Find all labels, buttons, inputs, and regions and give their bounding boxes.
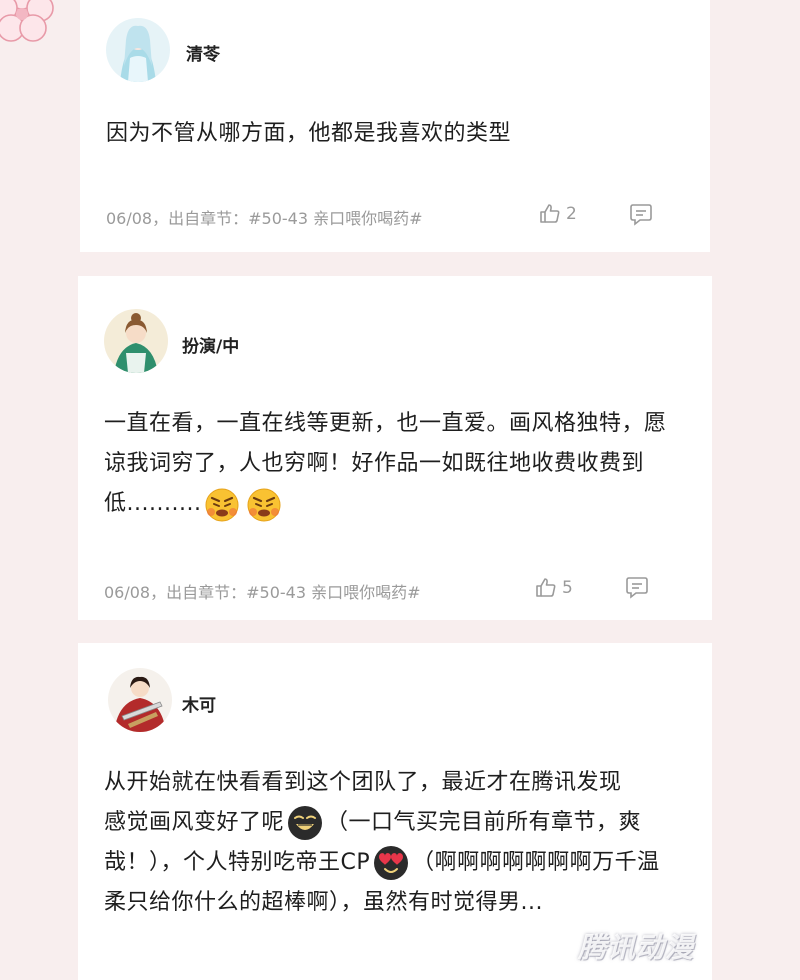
comment-text: 因为不管从哪方面，他都是我喜欢的类型 <box>106 121 512 146</box>
comment-text-line: 一直在看，一直在线等更新，也一直爱。画风格独特，愿 <box>104 411 667 436</box>
comment-text-line: 感觉画风变好了呢 （一口气买完目前所有章节，爽 <box>104 803 660 843</box>
username[interactable]: 清苓 <box>186 40 220 65</box>
like-count: 5 <box>562 578 573 598</box>
avatar[interactable] <box>106 18 170 82</box>
comment-text-fragment: （啊啊啊啊啊啊啊万千温 <box>412 850 660 875</box>
comment-card: 木可 从开始就在快看看到这个团队了，最近才在腾讯发现 感觉画风变好了呢 （一口气… <box>78 643 712 980</box>
comment-icon <box>624 574 650 600</box>
comment-meta: 06/08，出自章节：#50-43 亲口喂你喝药# <box>104 583 421 602</box>
heart-eyes-emoji-icon <box>372 844 410 882</box>
comment-text: 一直在看，一直在线等更新，也一直爱。画风格独特，愿 谅我词穷了，人也穷啊！好作品… <box>104 404 667 524</box>
comment-text-line: 从开始就在快看看到这个团队了，最近才在腾讯发现 <box>104 770 622 795</box>
comment-text-line: 低.......... <box>104 484 667 524</box>
avatar[interactable] <box>108 668 172 732</box>
avatar[interactable] <box>104 309 168 373</box>
comment-card: 扮演/中 一直在看，一直在线等更新，也一直爱。画风格独特，愿 谅我词穷了，人也穷… <box>78 276 712 620</box>
comment-text-line: 谅我词穷了，人也穷啊！好作品一如既往地收费收费到 <box>104 451 645 476</box>
username[interactable]: 木可 <box>182 691 216 716</box>
laughing-face-emoji-icon <box>286 804 324 842</box>
like-button[interactable]: 5 <box>534 576 573 600</box>
flower-decoration <box>0 0 62 44</box>
reply-button[interactable] <box>628 201 654 227</box>
thumbs-up-icon <box>538 202 562 226</box>
like-button[interactable]: 2 <box>538 202 577 226</box>
comment-text-fragment: 哉！），个人特别吃帝王CP <box>104 850 371 875</box>
angry-face-emoji-icon <box>203 485 241 523</box>
comment-text-fragment: 感觉画风变好了呢 <box>104 810 285 835</box>
comment-card: 清苓 因为不管从哪方面，他都是我喜欢的类型 06/08，出自章节：#50-43 … <box>80 0 710 252</box>
angry-face-emoji-icon <box>245 485 283 523</box>
comment-text-line: 柔只给你什么的超棒啊），虽然有时觉得男... <box>104 890 543 915</box>
username[interactable]: 扮演/中 <box>182 332 239 357</box>
reply-button[interactable] <box>624 574 650 600</box>
watermark-logo: 腾讯动漫 <box>577 931 694 964</box>
comment-text-fragment: （一口气买完目前所有章节，爽 <box>326 810 642 835</box>
comment-text-fragment: 低.......... <box>104 491 202 516</box>
thumbs-up-icon <box>534 576 558 600</box>
comment-text: 从开始就在快看看到这个团队了，最近才在腾讯发现 感觉画风变好了呢 （一口气买完目… <box>104 763 660 923</box>
like-count: 2 <box>566 204 577 224</box>
comment-text-line: 哉！），个人特别吃帝王CP （啊啊啊啊啊啊啊万千温 <box>104 843 660 883</box>
comment-icon <box>628 201 654 227</box>
comment-meta: 06/08，出自章节：#50-43 亲口喂你喝药# <box>106 209 423 228</box>
